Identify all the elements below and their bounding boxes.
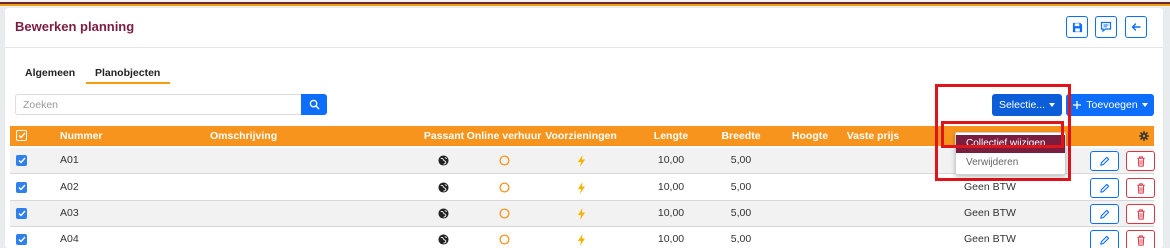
tab-algemeen[interactable]: Algemeen: [25, 67, 75, 79]
cell-nummer: A04: [60, 233, 79, 245]
gear-icon[interactable]: [1139, 131, 1149, 141]
delete-button[interactable]: [1126, 151, 1155, 171]
circle-icon: [499, 208, 510, 219]
check-icon: [18, 184, 26, 191]
col-voorzieningen[interactable]: Voorzieningen: [545, 130, 617, 142]
row-checkbox[interactable]: [16, 182, 27, 193]
comment-icon: [1100, 21, 1112, 33]
cell-lengte: 10,00: [657, 207, 685, 219]
toevoegen-label: Toevoegen: [1086, 99, 1138, 111]
col-online-verhuur[interactable]: Online verhuur: [467, 130, 542, 142]
globe-icon: [438, 182, 449, 193]
pencil-icon: [1100, 209, 1110, 219]
pencil-icon: [1100, 183, 1110, 193]
cell-nummer: A03: [60, 207, 79, 219]
col-nummer[interactable]: Nummer: [60, 130, 103, 142]
back-button[interactable]: [1125, 16, 1147, 38]
lightning-icon: [577, 182, 586, 194]
cell-btw: Geen BTW: [964, 233, 1016, 245]
col-passant[interactable]: Passant: [424, 130, 464, 142]
globe-icon: [438, 234, 449, 245]
arrow-left-icon: [1131, 23, 1141, 31]
page-title: Bewerken planning: [15, 19, 135, 34]
col-omschrijving[interactable]: Omschrijving: [210, 130, 277, 142]
plus-icon: [1073, 101, 1082, 109]
delete-button[interactable]: [1126, 204, 1155, 224]
search-input[interactable]: [15, 94, 302, 115]
trash-icon: [1136, 208, 1145, 220]
row-checkbox[interactable]: [16, 155, 27, 166]
trash-icon: [1136, 234, 1145, 246]
edit-button[interactable]: [1090, 204, 1119, 224]
trash-icon: [1136, 182, 1145, 194]
main-card: Bewerken planning Algemeen Planobjecten …: [5, 8, 1163, 248]
save-button[interactable]: [1066, 16, 1088, 38]
search-button[interactable]: [301, 94, 327, 115]
circle-icon: [499, 182, 510, 193]
col-breedte[interactable]: Breedte: [721, 130, 760, 142]
lightning-icon: [577, 234, 586, 246]
comment-button[interactable]: [1095, 16, 1117, 38]
cell-breedte: 5,00: [730, 154, 752, 166]
cell-lengte: 10,00: [657, 154, 685, 166]
check-icon: [18, 210, 26, 217]
cell-btw: Geen BTW: [964, 207, 1016, 219]
cell-btw: Geen BTW: [964, 181, 1016, 193]
lightning-icon: [577, 155, 586, 167]
toevoegen-button[interactable]: Toevoegen: [1066, 94, 1154, 116]
header-divider: [5, 47, 1163, 48]
cell-nummer: A02: [60, 181, 79, 193]
pencil-icon: [1100, 156, 1110, 166]
caret-down-icon: [1141, 103, 1148, 107]
cell-breedte: 5,00: [730, 207, 752, 219]
table-row[interactable]: A03 10,00 5,00 Geen BTW: [10, 201, 1155, 227]
select-all-checkbox[interactable]: [16, 130, 27, 141]
trash-icon: [1136, 155, 1145, 167]
globe-icon: [438, 155, 449, 166]
cell-breedte: 5,00: [730, 233, 752, 245]
cell-breedte: 5,00: [730, 181, 752, 193]
top-stripe-orange: [0, 4, 1170, 6]
col-vaste-prijs[interactable]: Vaste prijs: [847, 130, 900, 142]
lightning-icon: [577, 208, 586, 220]
cell-nummer: A01: [60, 154, 79, 166]
check-icon: [18, 157, 26, 164]
cell-lengte: 10,00: [657, 233, 685, 245]
save-icon: [1072, 22, 1082, 32]
tab-active-underline: [86, 82, 170, 84]
search-icon: [309, 99, 319, 110]
edit-button[interactable]: [1090, 230, 1119, 248]
col-lengte[interactable]: Lengte: [654, 130, 688, 142]
edit-button[interactable]: [1090, 178, 1119, 198]
circle-icon: [499, 155, 510, 166]
row-checkbox[interactable]: [16, 208, 27, 219]
pencil-icon: [1100, 235, 1110, 245]
delete-button[interactable]: [1126, 230, 1155, 248]
check-icon: [18, 132, 26, 139]
cell-lengte: 10,00: [657, 181, 685, 193]
delete-button[interactable]: [1126, 178, 1155, 198]
col-hoogte[interactable]: Hoogte: [792, 130, 828, 142]
annotation-highlight-inner: [941, 121, 1064, 148]
check-icon: [18, 236, 26, 243]
tab-planobjecten[interactable]: Planobjecten: [95, 67, 160, 79]
globe-icon: [438, 208, 449, 219]
menu-item-verwijderen[interactable]: Verwijderen: [956, 154, 1065, 172]
edit-button[interactable]: [1090, 151, 1119, 171]
circle-icon: [499, 234, 510, 245]
row-checkbox[interactable]: [16, 234, 27, 245]
